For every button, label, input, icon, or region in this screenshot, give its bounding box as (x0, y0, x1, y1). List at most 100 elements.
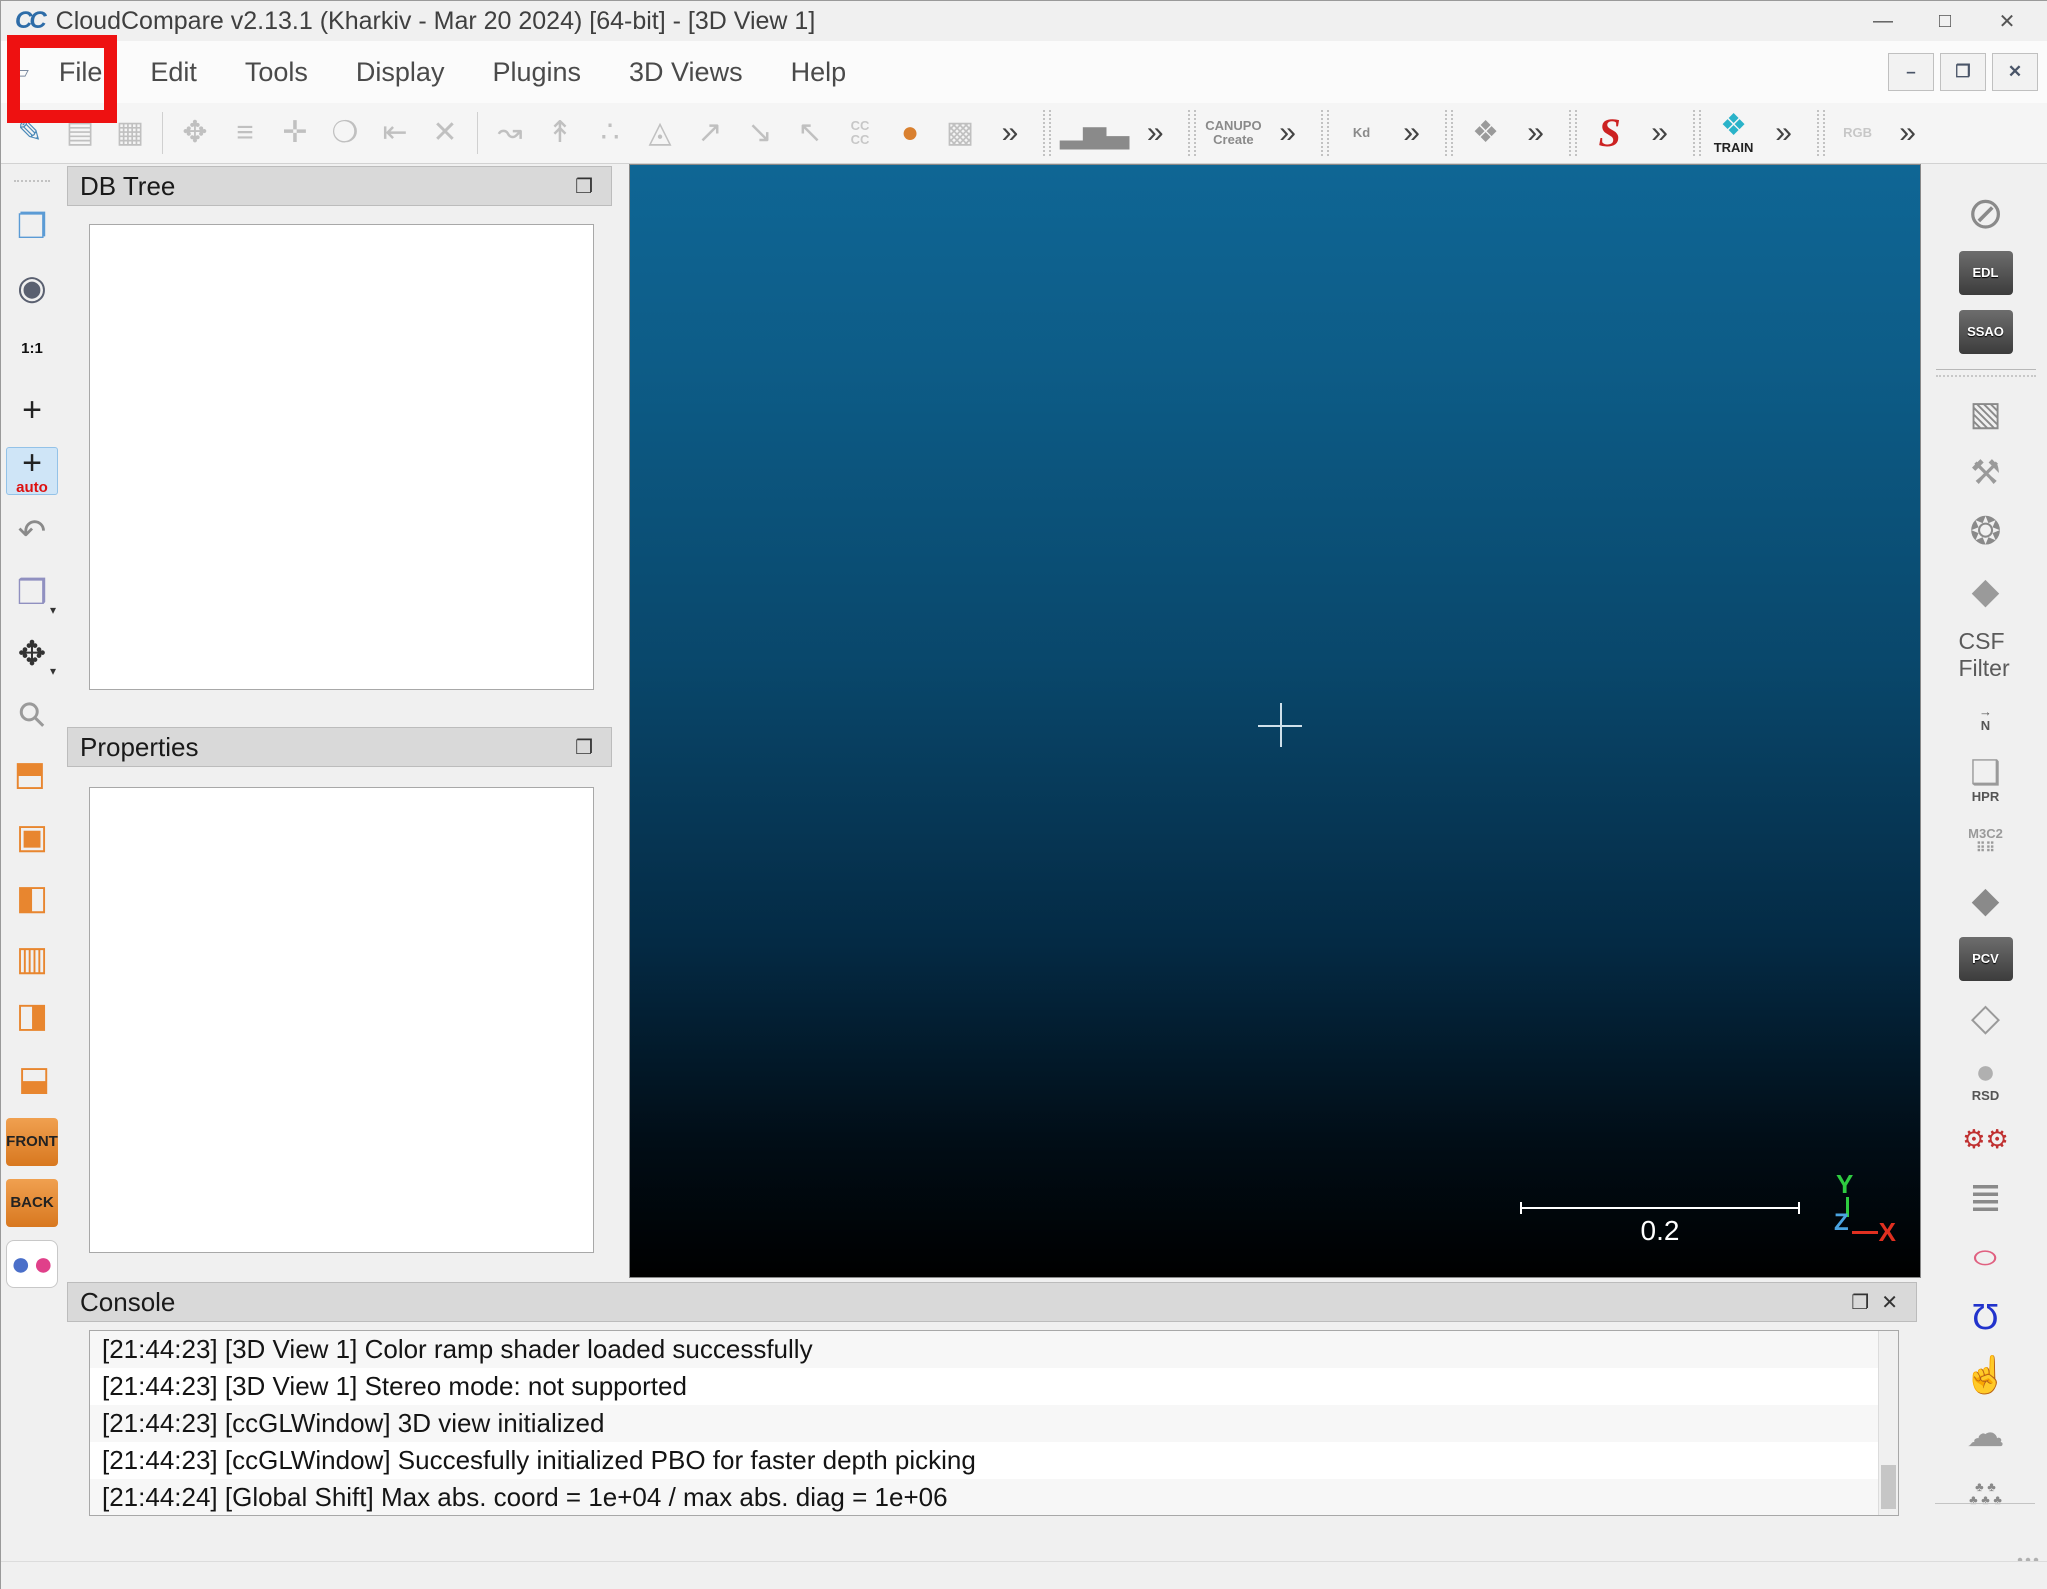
minimize-button[interactable]: — (1852, 1, 1914, 41)
toolbar-drag-handle[interactable] (1321, 110, 1329, 156)
masc-train-icon[interactable]: ❖TRAIN (1710, 108, 1758, 158)
menu-3d-views[interactable]: 3D Views (605, 51, 767, 94)
cloud-cloud-distance-icon[interactable]: ↗ (686, 108, 734, 158)
histogram-overflow-button[interactable]: » (1131, 108, 1179, 158)
toolbar-drag-handle[interactable] (1445, 110, 1453, 156)
ssao-shader-icon[interactable]: SSAO (1959, 310, 2013, 354)
iso-front-view-icon[interactable]: FRONT (6, 1118, 58, 1166)
pan-mode-icon[interactable]: ✥ (6, 630, 58, 678)
pick-rotation-center-icon[interactable]: + (6, 386, 58, 434)
checkerboard-icon[interactable]: ▩ (936, 108, 984, 158)
save-all-icon[interactable]: ▦ (106, 108, 154, 158)
point-pair-align-icon[interactable]: ↖ (786, 108, 834, 158)
csf-s-curve-icon[interactable]: S (1586, 108, 1634, 158)
iso-back-view-icon[interactable]: BACK (6, 1179, 58, 1227)
toolbar-drag-handle[interactable] (1188, 110, 1196, 156)
properties-list-icon[interactable]: ≡ (221, 108, 269, 158)
db-tree-view[interactable] (89, 224, 594, 690)
3d-viewport[interactable]: 0.2 Y Z X (629, 164, 1921, 1278)
primitive-factory-icon[interactable]: ● (886, 108, 934, 158)
rgb-plugin-icon[interactable]: RGB (1834, 108, 1882, 158)
edl-shader-icon[interactable]: EDL (1959, 251, 2013, 295)
puzzle-overflow-button[interactable]: » (1512, 108, 1560, 158)
global-shift-icon[interactable]: ✥ (171, 108, 219, 158)
float-panel-icon[interactable]: ❐ (569, 735, 599, 760)
kd-tree-icon[interactable]: Kd (1338, 108, 1386, 158)
maximize-button[interactable]: □ (1914, 1, 1976, 41)
masc-overflow-button[interactable]: » (1760, 108, 1808, 158)
layers-plugin-icon[interactable]: ≣ (1959, 1176, 2013, 1220)
hand-picking-icon[interactable]: ☝ (1959, 1353, 2013, 1397)
circle-fit-icon[interactable]: ○ (1959, 1235, 2013, 1279)
rsd-plugin-icon[interactable]: ●RSD (1959, 1055, 2013, 1103)
clone-icon[interactable]: ❍ (321, 108, 369, 158)
auto-pick-center-icon[interactable]: +auto (6, 447, 58, 495)
properties-view[interactable] (89, 787, 594, 1253)
bottom-view-icon[interactable]: ◧ (6, 1057, 58, 1105)
canupo-overflow-button[interactable]: » (1264, 108, 1312, 158)
menu-help[interactable]: Help (767, 51, 871, 94)
zoom-1-1-icon[interactable]: 1:1 (6, 325, 58, 373)
sample-points-on-mesh-icon[interactable]: ◬ (636, 108, 684, 158)
left-view-icon[interactable]: ◧ (6, 874, 58, 922)
display-options-icon[interactable]: ❐ (6, 203, 58, 251)
rgb-overflow-button[interactable]: » (1884, 108, 1932, 158)
right-view-icon[interactable]: ◧ (6, 996, 58, 1044)
clean-broom-icon[interactable]: ⚒ (1959, 451, 2013, 495)
perspective-cube-icon[interactable]: ❒ (6, 569, 58, 617)
menu-file[interactable]: File (35, 51, 127, 94)
cloud-mesh-distance-icon[interactable]: ↘ (736, 108, 784, 158)
console-log[interactable]: [21:44:23] [3D View 1] Color ramp shader… (89, 1330, 1899, 1516)
compute-normals-icon[interactable]: ↟ (536, 108, 584, 158)
normal-estimation-icon[interactable]: →N (1959, 697, 2013, 741)
console-scrollbar-thumb[interactable] (1881, 1465, 1896, 1509)
close-panel-icon[interactable]: ✕ (1875, 1290, 1904, 1315)
toolbar-drag-handle[interactable] (1817, 110, 1825, 156)
back-view-icon[interactable]: ▥ (6, 935, 58, 983)
screenshot-camera-icon[interactable]: ◉ (6, 264, 58, 312)
animation-plugin-icon[interactable]: ▧ (1959, 392, 2013, 436)
console-scrollbar[interactable] (1878, 1331, 1898, 1515)
statistical-test-icon[interactable]: CCCC (836, 108, 884, 158)
pcv-plugin-icon[interactable]: PCV (1959, 937, 2013, 981)
menu-tools[interactable]: Tools (221, 51, 332, 94)
histogram-icon[interactable]: ▂▅▃ (1060, 108, 1129, 158)
subsample-icon[interactable]: ∴ (586, 108, 634, 158)
puzzle-plugin-icon[interactable]: ❖ (1462, 108, 1510, 158)
save-icon[interactable]: ▤ (56, 108, 104, 158)
no-filter-icon[interactable]: ⊘ (1959, 192, 2013, 236)
segment-icon[interactable]: ↝ (486, 108, 534, 158)
colorimetric-gears-icon[interactable]: ⚙⚙ (1959, 1117, 2013, 1161)
toolbar-overflow-button[interactable]: » (986, 108, 1034, 158)
menu-edit[interactable]: Edit (126, 51, 221, 94)
float-panel-icon[interactable]: ❐ (569, 174, 599, 199)
menu-display[interactable]: Display (332, 51, 469, 94)
previous-view-icon[interactable]: ↶ (6, 508, 58, 556)
mdi-close-button[interactable]: ✕ (1992, 53, 2038, 91)
menu-plugins[interactable]: Plugins (468, 51, 605, 94)
apply-transformation-icon[interactable]: ⇤ (371, 108, 419, 158)
mdi-minimize-button[interactable]: – (1888, 53, 1934, 91)
close-button[interactable]: ✕ (1976, 1, 2038, 41)
magnet-broom-icon[interactable]: Ω (1959, 1294, 2013, 1338)
delete-icon[interactable]: ✕ (421, 108, 469, 158)
open-icon[interactable]: ✎ (6, 108, 54, 158)
top-view-icon[interactable]: ◧ (6, 752, 58, 800)
mdi-restore-button[interactable]: ❐ (1940, 53, 1986, 91)
hpr-plugin-icon[interactable]: ❑HPR (1959, 756, 2013, 804)
float-panel-icon[interactable]: ❐ (1845, 1290, 1875, 1315)
toolbar-drag-handle[interactable] (1569, 110, 1577, 156)
front-view-icon[interactable]: ▣ (6, 813, 58, 861)
stereo-glasses-icon[interactable]: ● (6, 1240, 58, 1288)
poisson-recon-icon[interactable]: ◇ (1959, 996, 2013, 1040)
masonry-shield-icon[interactable]: ◆ (1959, 878, 2013, 922)
toolbar-drag-handle[interactable] (1043, 110, 1051, 156)
compass-plugin-icon[interactable]: ❂ (1959, 510, 2013, 554)
zoom-magnifier-icon[interactable]: ⚲ (6, 691, 58, 739)
canupo-create-icon[interactable]: CANUPOCreate (1205, 108, 1261, 158)
toolbar-drag-handle[interactable] (1693, 110, 1701, 156)
csf-shield-icon[interactable]: ◆ (1959, 569, 2013, 613)
kd-overflow-button[interactable]: » (1388, 108, 1436, 158)
csf-overflow-button[interactable]: » (1636, 108, 1684, 158)
point-list-picking-icon[interactable]: ✛ (271, 108, 319, 158)
